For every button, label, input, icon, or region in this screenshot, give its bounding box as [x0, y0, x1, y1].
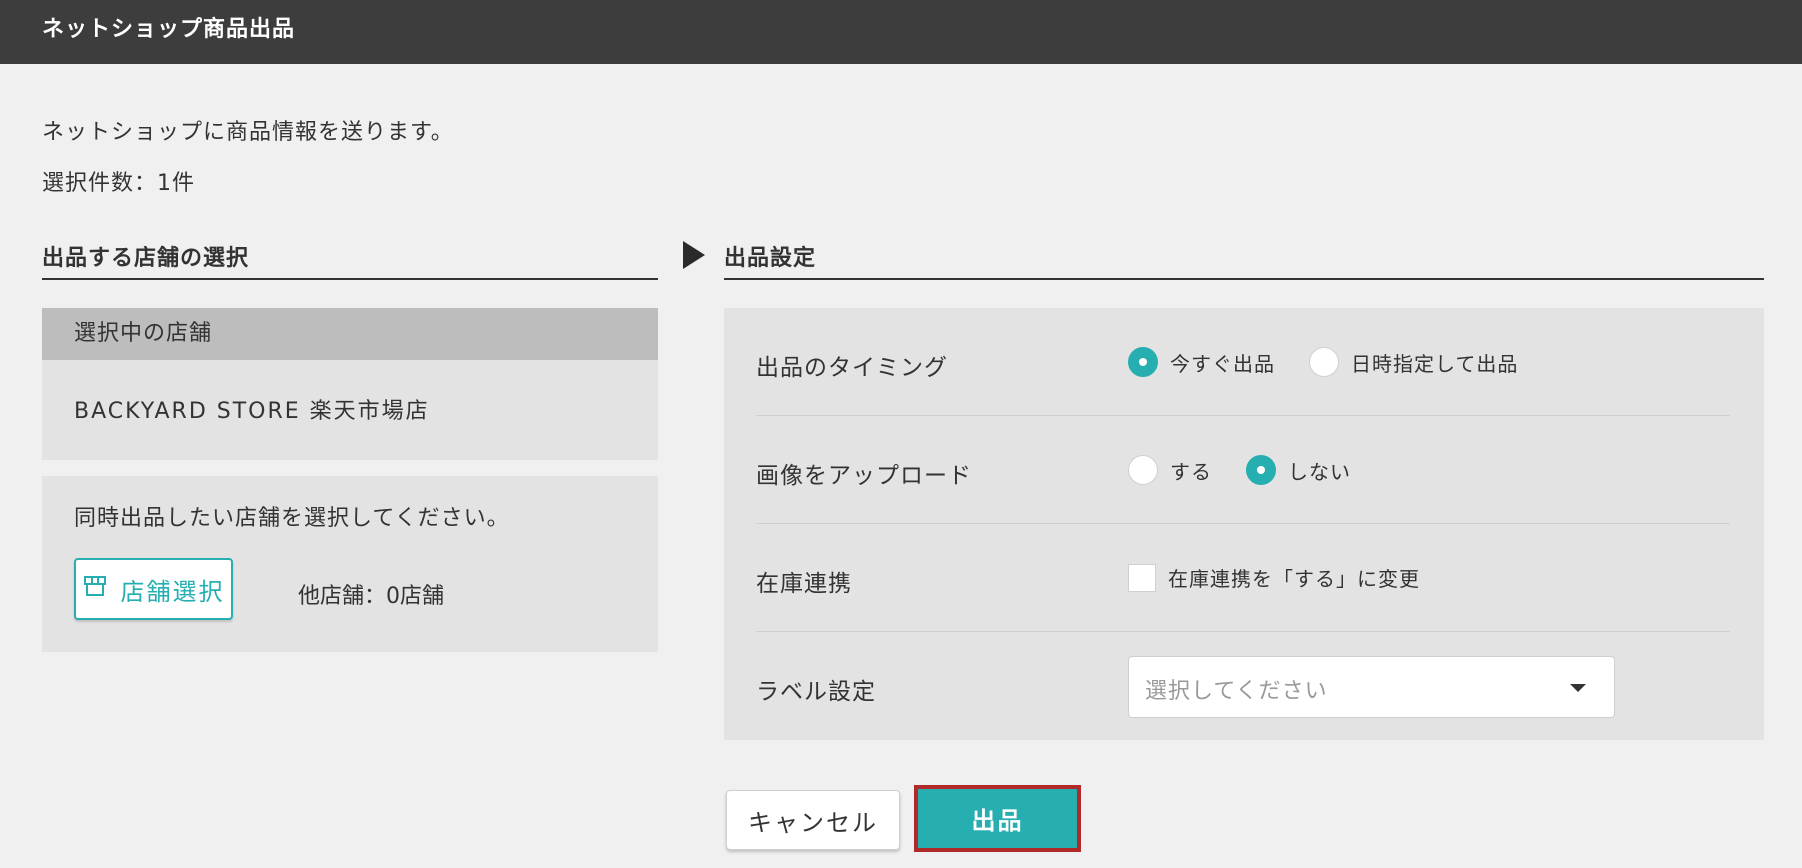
timing-now-radio[interactable]: [1128, 347, 1158, 377]
selected-count: 選択件数：1件: [42, 171, 195, 196]
settings-section-heading: 出品設定: [724, 240, 1764, 280]
settings-panel: 出品のタイミング 今すぐ出品 日時指定して出品 画像をアップロード する しない: [724, 308, 1764, 740]
intro-message: ネットショップに商品情報を送ります。: [42, 120, 454, 145]
submit-button[interactable]: 出品: [918, 789, 1077, 848]
upload-yes-radio[interactable]: [1128, 455, 1158, 485]
inventory-checkbox-label: 在庫連携を「する」に変更: [1168, 567, 1420, 591]
window-title: ネットショップ商品出品: [0, 0, 1802, 64]
timing-now-option[interactable]: 今すぐ出品: [1128, 347, 1275, 377]
current-store-panel: 選択中の店舗 BACKYARD STORE 楽天市場店: [42, 308, 658, 460]
store-icon: [83, 575, 107, 603]
inventory-checkbox-option[interactable]: 在庫連携を「する」に変更: [1128, 563, 1420, 592]
label-setting-label: ラベル設定: [756, 679, 876, 705]
cancel-button[interactable]: キャンセル: [726, 790, 900, 850]
upload-yes-option[interactable]: する: [1128, 455, 1212, 485]
timing-options: 今すぐ出品 日時指定して出品: [1128, 347, 1552, 377]
current-store-header: 選択中の店舗: [42, 308, 658, 360]
label-select[interactable]: 選択してください: [1128, 656, 1615, 718]
other-stores-count: 他店舗：0店舗: [298, 584, 444, 609]
upload-label: 画像をアップロード: [756, 463, 972, 489]
chevron-down-icon: [1570, 684, 1586, 692]
inventory-row: 在庫連携 在庫連携を「する」に変更: [756, 524, 1730, 632]
store-select-label: 店舗選択: [120, 577, 225, 606]
current-store-name: BACKYARD STORE 楽天市場店: [74, 399, 430, 424]
timing-label: 出品のタイミング: [756, 355, 948, 381]
label-setting-row: ラベル設定 選択してください: [756, 632, 1730, 740]
timing-scheduled-radio[interactable]: [1309, 347, 1339, 377]
timing-row: 出品のタイミング 今すぐ出品 日時指定して出品: [756, 308, 1730, 416]
inventory-checkbox[interactable]: [1128, 563, 1156, 592]
timing-scheduled-label: 日時指定して出品: [1351, 351, 1519, 376]
inventory-options: 在庫連携を「する」に変更: [1128, 563, 1454, 592]
label-select-placeholder: 選択してください: [1145, 679, 1328, 704]
timing-scheduled-option[interactable]: 日時指定して出品: [1309, 347, 1518, 377]
store-section-heading: 出品する店舗の選択: [42, 240, 658, 280]
multi-store-panel: 同時出品したい店舗を選択してください。 店舗選択 他店舗：0店舗: [42, 476, 658, 652]
upload-yes-label: する: [1170, 459, 1212, 484]
upload-row: 画像をアップロード する しない: [756, 416, 1730, 524]
store-select-button[interactable]: 店舗選択: [74, 558, 233, 620]
upload-options: する しない: [1128, 455, 1385, 485]
upload-no-radio[interactable]: [1246, 455, 1276, 485]
play-arrow-icon: [683, 241, 705, 269]
timing-now-label: 今すぐ出品: [1170, 351, 1275, 376]
upload-no-label: しない: [1288, 459, 1351, 484]
inventory-label: 在庫連携: [756, 571, 852, 597]
upload-no-option[interactable]: しない: [1246, 455, 1351, 485]
multi-store-prompt: 同時出品したい店舗を選択してください。: [74, 506, 510, 531]
